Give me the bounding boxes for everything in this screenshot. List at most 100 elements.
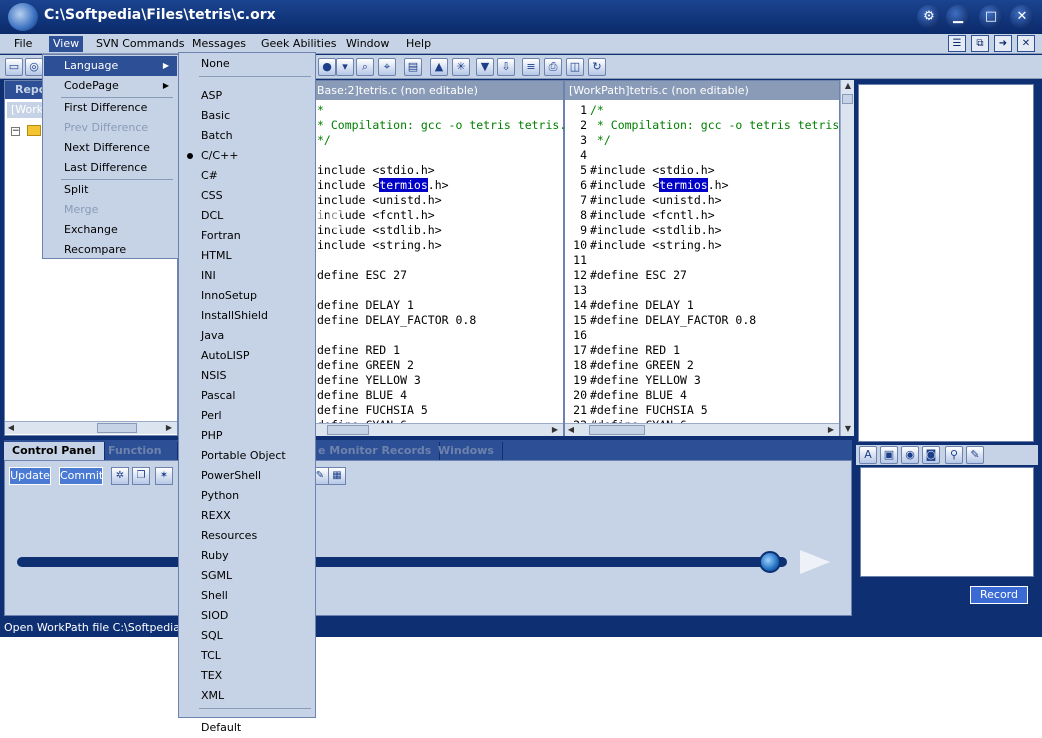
language-option-java[interactable]: Java xyxy=(180,326,314,346)
scroll-left-arrow[interactable]: ◀ xyxy=(5,422,17,434)
repository-icon[interactable]: ◎ xyxy=(25,58,43,76)
language-option-asp[interactable]: ASP xyxy=(180,86,314,106)
language-option-innosetup[interactable]: InnoSetup xyxy=(180,286,314,306)
list-icon[interactable]: ≡ xyxy=(522,58,540,76)
print-icon[interactable]: ▤ xyxy=(404,58,422,76)
language-option-pascal[interactable]: Pascal xyxy=(180,386,314,406)
copy-icon[interactable]: ❐ xyxy=(132,467,150,485)
language-option-none[interactable]: None xyxy=(180,54,314,74)
refresh-icon[interactable]: ↻ xyxy=(588,58,606,76)
language-option-nsis[interactable]: NSIS xyxy=(180,366,314,386)
update-button[interactable]: Update xyxy=(9,467,51,485)
language-option-php[interactable]: PHP xyxy=(180,426,314,446)
close-child-window-icon[interactable]: ✕ xyxy=(1017,35,1035,52)
menu-help[interactable]: Help xyxy=(402,36,435,52)
move-down-icon[interactable]: ▼ xyxy=(476,58,494,76)
language-option-resources[interactable]: Resources xyxy=(180,526,314,546)
open-folder-icon[interactable]: ▭ xyxy=(5,58,23,76)
view-menu-first-difference[interactable]: First Difference xyxy=(44,98,177,118)
revert-icon[interactable]: ✶ xyxy=(155,467,173,485)
calendar-icon[interactable]: ▦ xyxy=(328,467,346,485)
language-option-sql[interactable]: SQL xyxy=(180,626,314,646)
language-option-siod[interactable]: SIOD xyxy=(180,606,314,626)
camera-icon[interactable]: ◉ xyxy=(901,446,919,464)
menu-view[interactable]: View xyxy=(49,36,84,52)
minimize-button[interactable]: ▁ xyxy=(946,5,970,29)
maximize-button[interactable]: □ xyxy=(979,5,1003,29)
language-option-ini[interactable]: INI xyxy=(180,266,314,286)
language-option-tex[interactable]: TEX xyxy=(180,666,314,686)
scroll-down-arrow[interactable]: ▼ xyxy=(842,423,854,435)
view-menu-codepage[interactable]: CodePage ▶ xyxy=(44,76,177,96)
language-option-batch[interactable]: Batch xyxy=(180,126,314,146)
left-panel-horizontal-scrollbar[interactable]: ◀ ▶ xyxy=(5,421,177,434)
view-menu-split[interactable]: Split xyxy=(44,180,177,200)
view-menu-recompare[interactable]: Recompare xyxy=(44,240,177,260)
record-notes-area[interactable] xyxy=(860,467,1034,577)
progress-slider-knob[interactable] xyxy=(759,551,781,573)
next-window-icon[interactable]: ➜ xyxy=(994,35,1012,52)
record-button[interactable]: Record xyxy=(970,586,1028,604)
language-option-rexx[interactable]: REXX xyxy=(180,506,314,526)
view-menu-exchange[interactable]: Exchange xyxy=(44,220,177,240)
scroll-up-arrow[interactable]: ▲ xyxy=(842,80,854,92)
image-icon[interactable]: ▣ xyxy=(880,446,898,464)
tab-file-monitor-records[interactable]: e Monitor Records xyxy=(310,442,441,460)
view-menu-next-difference[interactable]: Next Difference xyxy=(44,138,177,158)
attach-icon[interactable]: ✎ xyxy=(966,446,984,464)
language-option-xml[interactable]: XML xyxy=(180,686,314,706)
settings-gear-icon[interactable]: ⚙ xyxy=(917,5,941,29)
star-icon[interactable]: ✳ xyxy=(452,58,470,76)
language-option-sgml[interactable]: SGML xyxy=(180,566,314,586)
tree-expand-toggle[interactable]: − xyxy=(11,127,20,136)
scroll-thumb[interactable] xyxy=(327,425,369,435)
printer-icon[interactable]: ⎙ xyxy=(544,58,562,76)
scroll-right-arrow[interactable]: ▶ xyxy=(163,422,175,434)
sync-icon[interactable]: ● xyxy=(318,58,336,76)
language-option-portable-object[interactable]: Portable Object xyxy=(180,446,314,466)
base-code-view[interactable]: * * Compilation: gcc -o tetris tetris.c */… xyxy=(317,103,573,433)
language-option-default[interactable]: Default xyxy=(180,718,314,738)
split-view-icon[interactable]: ◫ xyxy=(566,58,584,76)
language-option-python[interactable]: Python xyxy=(180,486,314,506)
scroll-thumb[interactable] xyxy=(97,423,137,433)
menu-geek-abilities[interactable]: Geek Abilities xyxy=(257,36,340,52)
pin-icon[interactable]: ⚲ xyxy=(945,446,963,464)
last-down-icon[interactable]: ⇩ xyxy=(497,58,515,76)
language-option-shell[interactable]: Shell xyxy=(180,586,314,606)
replace-icon[interactable]: ⌖ xyxy=(378,58,396,76)
view-menu-language[interactable]: Language ▶ xyxy=(44,56,177,76)
tab-control-panel[interactable]: Control Panel xyxy=(4,442,105,460)
editor-vertical-scrollbar[interactable]: ▲ ▼ xyxy=(840,80,854,436)
workpath-code-view[interactable]: /* * Compilation: gcc -o tetris tetris.c… xyxy=(590,103,853,433)
move-up-icon[interactable]: ▲ xyxy=(430,58,448,76)
language-option-html[interactable]: HTML xyxy=(180,246,314,266)
language-option-autolisp[interactable]: AutoLISP xyxy=(180,346,314,366)
tab-windows[interactable]: Windows xyxy=(430,442,503,460)
text-icon[interactable]: A xyxy=(859,446,877,464)
scroll-left-arrow[interactable]: ◀ xyxy=(565,424,577,436)
title-bar[interactable]: C:\Softpedia\Files\tetris\c.orx ⚙ ▁ □ ✕ xyxy=(0,0,1042,34)
commit-button[interactable]: Commit xyxy=(59,467,103,485)
screen-capture-icon[interactable]: ◙ xyxy=(922,446,940,464)
language-option-fortran[interactable]: Fortran xyxy=(180,226,314,246)
scroll-right-arrow[interactable]: ▶ xyxy=(825,424,837,436)
menu-messages[interactable]: Messages xyxy=(188,36,250,52)
scroll-thumb[interactable] xyxy=(842,94,853,104)
menu-window[interactable]: Window xyxy=(342,36,393,52)
language-option-css[interactable]: CSS xyxy=(180,186,314,206)
branch-icon[interactable]: ✲ xyxy=(111,467,129,485)
language-option-dcl[interactable]: DCL xyxy=(180,206,314,226)
language-option-tcl[interactable]: TCL xyxy=(180,646,314,666)
language-option-ruby[interactable]: Ruby xyxy=(180,546,314,566)
workpath-editor-horizontal-scrollbar[interactable]: ◀ ▶ xyxy=(565,423,839,436)
scroll-right-arrow[interactable]: ▶ xyxy=(549,424,561,436)
menu-svn-commands[interactable]: SVN Commands xyxy=(92,36,189,52)
dropdown-arrow-icon[interactable]: ▾ xyxy=(336,58,354,76)
menu-file[interactable]: File xyxy=(10,36,36,52)
language-option-powershell[interactable]: PowerShell xyxy=(180,466,314,486)
scroll-thumb[interactable] xyxy=(589,425,645,435)
language-option-perl[interactable]: Perl xyxy=(180,406,314,426)
close-button[interactable]: ✕ xyxy=(1010,5,1034,29)
language-option-basic[interactable]: Basic xyxy=(180,106,314,126)
